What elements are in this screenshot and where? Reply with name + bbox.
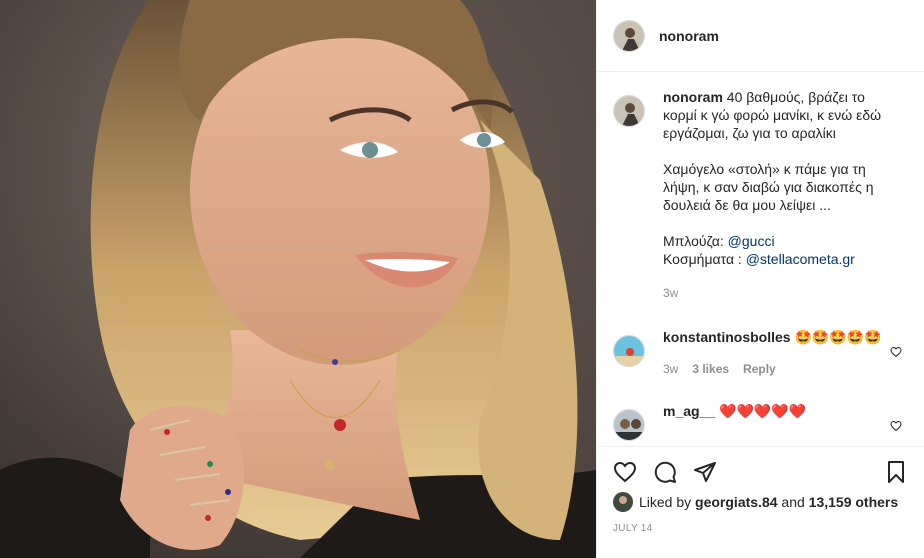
caption-row: nonoram 40 βαθμούς, βράζει το κορμί κ γώ… xyxy=(613,88,908,302)
post-panel: nonoram nonoram 40 βαθμούς, βράζει το κο… xyxy=(596,0,924,558)
comment-likes[interactable]: 3 likes xyxy=(692,360,729,378)
action-bar xyxy=(597,452,924,492)
bookmark-icon[interactable] xyxy=(884,460,908,484)
shirt-label: Μπλούζα: xyxy=(663,233,724,249)
comment-row: m_ag__ ❤️❤️❤️❤️❤️ xyxy=(613,402,908,441)
comment-avatar[interactable] xyxy=(613,409,645,441)
gucci-link[interactable]: @gucci xyxy=(728,233,775,249)
author-avatar[interactable] xyxy=(613,19,645,52)
comment-body: m_ag__ ❤️❤️❤️❤️❤️ xyxy=(663,402,885,441)
post-header: nonoram xyxy=(597,0,924,72)
comments-section[interactable]: nonoram 40 βαθμούς, βράζει το κορμί κ γώ… xyxy=(597,72,924,442)
jewelry-label: Κοσμήματα : xyxy=(663,251,742,267)
comment-time[interactable]: 3w xyxy=(663,360,678,378)
post-photo[interactable] xyxy=(0,0,596,558)
comment-username[interactable]: konstantinosbolles xyxy=(663,329,791,345)
stellacometa-link[interactable]: @stellacometa.gr xyxy=(746,251,855,267)
heart-icon[interactable] xyxy=(613,460,637,484)
liker-username[interactable]: georgiats.84 xyxy=(695,494,777,510)
comment-text: 🤩🤩🤩🤩🤩 xyxy=(794,329,882,345)
comment-body: konstantinosbolles 🤩🤩🤩🤩🤩 3w 3 likes Repl… xyxy=(663,328,885,378)
comment-like-icon[interactable] xyxy=(890,346,902,358)
likes-count[interactable]: 13,159 others xyxy=(809,494,899,510)
comment-icon[interactable] xyxy=(653,460,677,484)
comment-text: ❤️❤️❤️❤️❤️ xyxy=(719,403,807,419)
likes-and: and xyxy=(781,494,805,510)
comment-row: konstantinosbolles 🤩🤩🤩🤩🤩 3w 3 likes Repl… xyxy=(613,328,908,378)
share-icon[interactable] xyxy=(693,460,717,484)
comment-username[interactable]: m_ag__ xyxy=(663,403,715,419)
reply-button[interactable]: Reply xyxy=(743,360,776,378)
author-username[interactable]: nonoram xyxy=(659,28,719,44)
caption-username[interactable]: nonoram xyxy=(663,89,723,105)
liker-avatar[interactable] xyxy=(613,492,633,512)
caption-avatar[interactable] xyxy=(613,95,645,127)
caption-text-2: Χαμόγελο «στολή» κ πάμε για τη λήψη, κ σ… xyxy=(663,161,874,213)
likes-summary: Liked by georgiats.84 and 13,159 others xyxy=(613,490,908,514)
comment-like-icon[interactable] xyxy=(890,420,902,432)
liked-by-prefix: Liked by xyxy=(639,494,692,510)
caption-time[interactable]: 3w xyxy=(663,284,678,302)
post-date[interactable]: JULY 14 xyxy=(613,523,653,534)
comment-avatar[interactable] xyxy=(613,335,645,367)
caption-body: nonoram 40 βαθμούς, βράζει το κορμί κ γώ… xyxy=(663,88,885,302)
